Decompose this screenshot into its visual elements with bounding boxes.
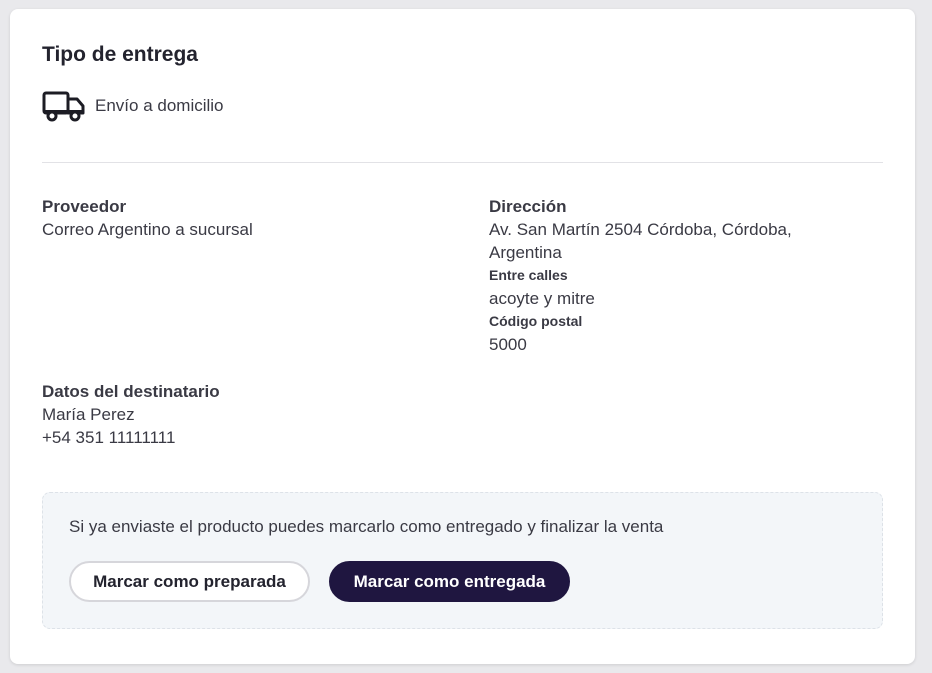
recipient-label: Datos del destinatario bbox=[42, 382, 220, 401]
recipient-block: Datos del destinatario María Perez +54 3… bbox=[42, 380, 220, 449]
delivery-card: Tipo de entrega Envío a domicilio Provee… bbox=[10, 9, 915, 664]
recipient-phone: +54 351 11111111 bbox=[42, 428, 176, 447]
notice-text: Si ya enviaste el producto puedes marcar… bbox=[69, 517, 664, 536]
delivery-type: Envío a domicilio bbox=[42, 89, 224, 123]
section-title: Tipo de entrega bbox=[42, 43, 198, 66]
provider-value: Correo Argentino a sucursal bbox=[42, 220, 253, 239]
mark-prepared-button[interactable]: Marcar como preparada bbox=[69, 561, 310, 602]
truck-icon bbox=[42, 89, 88, 123]
postal-code-value: 5000 bbox=[489, 335, 527, 354]
postal-code-label: Código postal bbox=[489, 313, 583, 329]
mark-delivered-button[interactable]: Marcar como entregada bbox=[329, 561, 570, 602]
address-block: Dirección Av. San Martín 2504 Córdoba, C… bbox=[489, 195, 869, 356]
between-streets-value: acoyte y mitre bbox=[489, 289, 595, 308]
between-streets-label: Entre calles bbox=[489, 267, 568, 283]
delivery-type-label: Envío a domicilio bbox=[95, 96, 224, 115]
address-label: Dirección bbox=[489, 197, 567, 216]
provider-label: Proveedor bbox=[42, 197, 127, 216]
delivery-notice: Si ya enviaste el producto puedes marcar… bbox=[42, 492, 883, 629]
provider-block: Proveedor Correo Argentino a sucursal bbox=[42, 195, 253, 241]
recipient-name: María Perez bbox=[42, 405, 135, 424]
address-line2: Argentina bbox=[489, 243, 562, 262]
divider bbox=[42, 162, 883, 163]
address-line1: Av. San Martín 2504 Córdoba, Córdoba, bbox=[489, 220, 792, 239]
